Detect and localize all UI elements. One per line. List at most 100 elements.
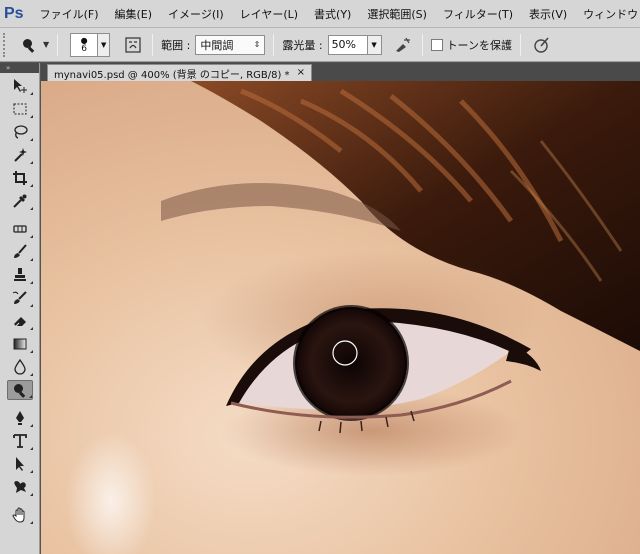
submenu-indicator (29, 235, 33, 238)
menu-image[interactable]: イメージ(I) (160, 6, 232, 22)
protect-tones-label: トーンを保護 (446, 38, 513, 52)
pen-icon (15, 411, 24, 425)
submenu-indicator (29, 521, 33, 524)
menu-filter[interactable]: フィルター(T) (435, 6, 521, 22)
submenu-indicator (28, 395, 32, 398)
up-down-icon: ⇕ (253, 40, 261, 49)
exposure-input[interactable]: 50% (327, 34, 368, 55)
document-tab-bar: mynavi05.psd @ 400% (背景 のコピー, RGB/8) * × (41, 63, 640, 81)
pressure-size-button[interactable] (531, 34, 553, 56)
submenu-indicator (29, 184, 33, 187)
pen-tool[interactable] (7, 408, 33, 428)
move-tool-icon (13, 79, 27, 93)
brush-picker[interactable]: ● 6 ▼ (70, 32, 111, 57)
brush-panel-toggle-button[interactable] (122, 34, 144, 56)
crop-tool-icon (12, 171, 27, 185)
eraser-tool[interactable] (7, 311, 33, 331)
pressure-icon (534, 36, 549, 53)
exposure-dropdown-button[interactable]: ▼ (367, 34, 382, 55)
menu-file[interactable]: ファイル(F) (32, 6, 107, 22)
menu-select[interactable]: 選択範囲(S) (359, 6, 435, 22)
protect-tones-checkbox[interactable] (430, 38, 443, 51)
protect-tones-option[interactable]: トーンを保護 (430, 37, 513, 53)
menu-edit[interactable]: 編集(E) (107, 6, 161, 22)
gradient-icon (13, 338, 26, 350)
crop-tool[interactable] (7, 168, 33, 188)
brush-panel-icon (125, 36, 141, 53)
lasso-tool-icon (13, 125, 28, 139)
clone-stamp-tool[interactable] (7, 265, 33, 285)
gradient-tool[interactable] (7, 334, 33, 354)
chevron-down-icon: ▼ (43, 40, 50, 49)
submenu-indicator (29, 373, 33, 376)
quick-selection-tool[interactable] (7, 145, 33, 165)
photo-eye-image (41, 81, 640, 554)
arrow-cursor-icon (15, 457, 24, 471)
document-tab[interactable]: mynavi05.psd @ 400% (背景 のコピー, RGB/8) * × (47, 64, 312, 81)
brush-size-preview[interactable]: ● 6 (70, 32, 99, 57)
submenu-indicator (29, 304, 33, 307)
brush-tool[interactable] (7, 242, 33, 262)
close-icon[interactable]: × (297, 67, 305, 78)
submenu-indicator (29, 493, 33, 496)
history-brush-icon (12, 291, 27, 304)
path-selection-tool[interactable] (7, 454, 33, 474)
submenu-indicator (29, 327, 33, 330)
spot-healing-tool[interactable] (7, 219, 33, 239)
brush-dropdown-button[interactable]: ▼ (98, 32, 111, 57)
shape-icon (13, 481, 26, 493)
burn-tool[interactable] (6, 380, 33, 400)
submenu-indicator (29, 258, 33, 261)
hand-tool[interactable] (7, 505, 33, 525)
submenu-indicator (29, 350, 33, 353)
move-tool[interactable] (7, 76, 33, 96)
healing-brush-icon (12, 225, 27, 233)
submenu-indicator (29, 281, 33, 284)
blur-tool[interactable] (7, 357, 33, 377)
submenu-indicator (29, 447, 33, 450)
exposure-label: 露光量 : (282, 38, 323, 52)
menu-view[interactable]: 表示(V) (521, 6, 575, 22)
tool-preset-picker[interactable]: ▼ (21, 37, 49, 53)
brush-icon (13, 244, 27, 258)
separator (152, 33, 154, 56)
separator (273, 33, 275, 56)
submenu-indicator (29, 207, 33, 210)
marquee-tool-icon (13, 103, 26, 115)
type-icon (12, 434, 27, 448)
type-tool[interactable] (7, 431, 33, 451)
menu-items: ファイル(F) 編集(E) イメージ(I) レイヤー(L) 書式(Y) 選択範囲… (32, 6, 640, 22)
history-brush-tool[interactable] (7, 288, 33, 308)
submenu-indicator (29, 115, 33, 118)
burn-tool-icon (13, 384, 25, 398)
burn-tool-icon (23, 38, 35, 53)
marquee-tool[interactable] (7, 99, 33, 119)
separator (421, 33, 423, 56)
submenu-indicator (29, 424, 33, 427)
separator (57, 33, 59, 56)
photoshop-logo: Ps (4, 4, 24, 22)
eyedropper-icon (12, 194, 26, 208)
eraser-icon (13, 317, 26, 327)
custom-shape-tool[interactable] (7, 477, 33, 497)
drop-icon (13, 359, 26, 375)
options-bar-grip[interactable] (3, 32, 7, 57)
toolbox-collapse-button[interactable]: » (0, 63, 39, 73)
airbrush-button[interactable] (392, 34, 414, 56)
submenu-indicator (29, 470, 33, 473)
menu-type[interactable]: 書式(Y) (306, 6, 359, 22)
menu-layer[interactable]: レイヤー(L) (232, 6, 306, 22)
submenu-indicator (29, 92, 33, 95)
submenu-indicator (29, 138, 33, 141)
eyedropper-tool[interactable] (7, 191, 33, 211)
menu-window[interactable]: ウィンドウ (575, 6, 640, 22)
hand-icon (11, 507, 24, 523)
airbrush-icon (395, 37, 410, 52)
separator (520, 33, 522, 56)
magic-wand-icon (13, 148, 27, 162)
range-select[interactable]: 中間調 ⇕ (195, 34, 266, 55)
document-canvas[interactable] (41, 81, 640, 554)
range-value: 中間調 (200, 38, 234, 52)
brush-size-value: 6 (81, 43, 88, 54)
lasso-tool[interactable] (7, 122, 33, 142)
